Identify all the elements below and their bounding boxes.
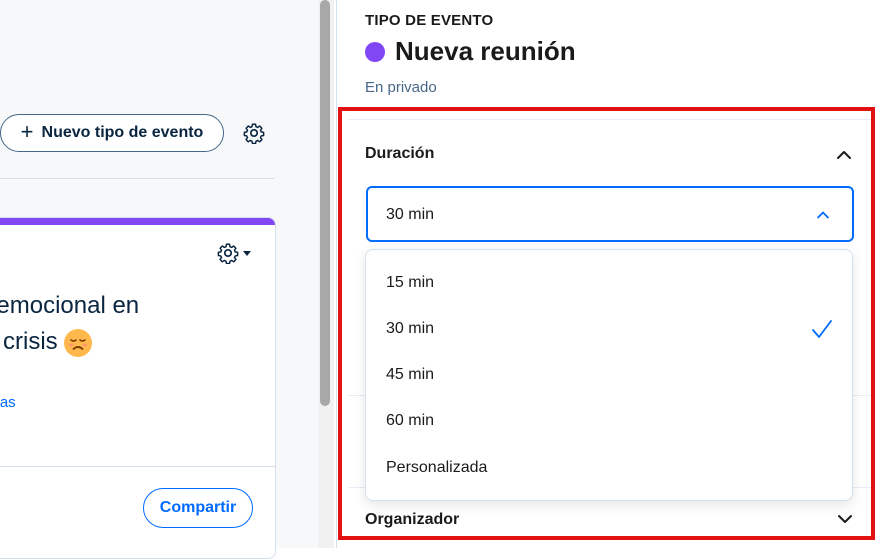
share-button[interactable]: Compartir [143, 488, 253, 528]
event-color-dot [365, 42, 385, 62]
view-booking-page-link[interactable]: ervas [0, 394, 16, 411]
card-settings-menu[interactable] [217, 242, 261, 264]
event-type-heading: TIPO DE EVENTO [365, 12, 494, 29]
new-event-type-label: Nuevo tipo de evento [41, 124, 204, 141]
gear-icon[interactable] [243, 122, 265, 144]
gear-icon [217, 243, 239, 264]
event-name-title: Nueva reunión [395, 36, 576, 66]
event-type-card[interactable]: ento emocional en e crisis ervas Compart… [0, 217, 276, 559]
disappointed-face-icon [63, 328, 92, 357]
card-title: ento emocional en e crisis [0, 288, 271, 360]
card-divider [0, 466, 275, 467]
new-event-type-button[interactable]: + Nuevo tipo de evento [0, 114, 224, 152]
highlight-box [338, 107, 875, 540]
card-title-line2-text: e crisis [0, 328, 58, 355]
card-title-line2: e crisis [0, 324, 263, 360]
scrollbar-thumb[interactable] [320, 0, 330, 406]
card-color-bar [0, 218, 275, 225]
divider [0, 178, 274, 179]
card-title-line1: ento emocional en [0, 292, 140, 319]
plus-icon: + [20, 119, 34, 144]
privacy-status: En privado [365, 79, 437, 96]
caret-down-icon [243, 251, 251, 256]
